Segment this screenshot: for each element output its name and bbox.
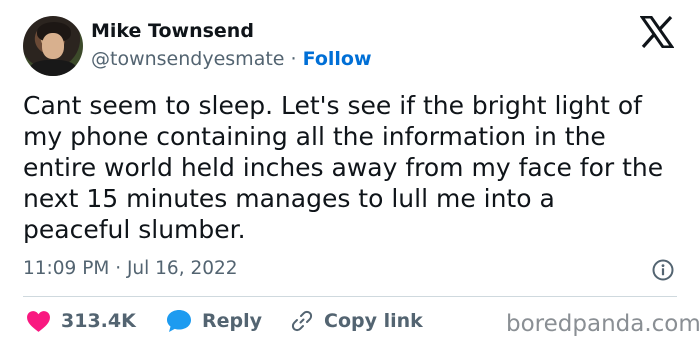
avatar[interactable] — [23, 16, 83, 76]
handle-separator: · — [290, 48, 297, 70]
tweet-line: next 15 minutes manages to lull me into … — [23, 184, 555, 213]
link-icon — [291, 310, 313, 332]
tweet-line: entire world held inches away from my fa… — [23, 153, 664, 182]
heart-icon — [27, 310, 50, 332]
user-name[interactable]: Mike Townsend — [91, 20, 254, 42]
tweet-line: peaceful slumber. — [23, 215, 246, 244]
speech-bubble-icon — [167, 310, 191, 332]
info-icon[interactable] — [652, 259, 674, 281]
like-button[interactable]: 313.4K — [26, 308, 136, 334]
avatar-shirt — [29, 60, 77, 76]
like-count: 313.4K — [61, 310, 136, 332]
user-handle[interactable]: @townsendyesmate — [91, 48, 284, 70]
tweet-text: Cant seem to sleep. Let's see if the bri… — [23, 90, 688, 245]
handle-row: @townsendyesmate · Follow — [91, 48, 372, 70]
tweet-timestamp[interactable]: 11:09 PM · Jul 16, 2022 — [23, 258, 238, 279]
reply-label: Reply — [202, 310, 263, 332]
x-logo-icon[interactable] — [640, 16, 674, 48]
watermark: boredpanda.com — [506, 311, 700, 337]
reply-button[interactable]: Reply — [166, 308, 262, 334]
divider — [23, 296, 677, 297]
avatar-face — [42, 33, 64, 59]
copy-link-button[interactable]: Copy link — [290, 308, 423, 334]
follow-button[interactable]: Follow — [303, 48, 372, 70]
copy-link-label: Copy link — [324, 310, 423, 332]
tweet-line: Cant seem to sleep. Let's see if the bri… — [23, 91, 642, 120]
tweet-line: my phone containing all the information … — [23, 122, 606, 151]
